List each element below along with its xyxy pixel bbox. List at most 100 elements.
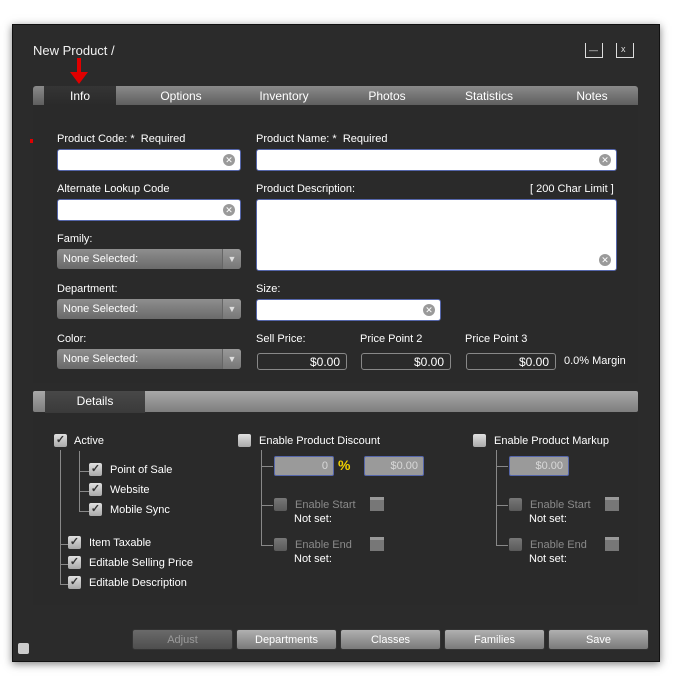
mobile-sync-label: Mobile Sync: [110, 504, 170, 516]
discount-end-value: Not set:: [294, 553, 332, 565]
family-select[interactable]: None Selected: ▼: [57, 249, 241, 269]
markup-start-value: Not set:: [529, 513, 567, 525]
chevron-down-icon: ▼: [222, 249, 241, 269]
tree-line: [261, 450, 262, 545]
adjust-button[interactable]: Adjust: [132, 629, 233, 650]
markup-checkbox[interactable]: [473, 434, 486, 447]
product-name-label: Product Name: * Required: [256, 133, 388, 145]
calendar-icon[interactable]: [370, 497, 384, 511]
active-checkbox[interactable]: ✓: [54, 434, 67, 447]
color-select[interactable]: None Selected: ▼: [57, 349, 241, 369]
down-arrow-icon: [70, 58, 88, 84]
tree-line: [60, 584, 68, 585]
margin-text: 0.0% Margin: [564, 355, 626, 367]
markup-start-checkbox[interactable]: [509, 498, 522, 511]
mobile-sync-checkbox[interactable]: ✓: [89, 503, 102, 516]
save-button[interactable]: Save: [548, 629, 649, 650]
clear-icon[interactable]: ✕: [423, 304, 435, 316]
tree-line: [261, 466, 273, 467]
markup-end-value: Not set:: [529, 553, 567, 565]
alt-lookup-label: Alternate Lookup Code: [57, 183, 170, 195]
price-point2-input[interactable]: $0.00: [361, 353, 451, 370]
tree-line: [261, 545, 273, 546]
description-textarea[interactable]: ✕: [256, 199, 617, 271]
tree-line: [261, 505, 273, 506]
close-icon[interactable]: x: [616, 43, 634, 58]
size-label: Size:: [256, 283, 281, 295]
percent-sign: %: [338, 457, 351, 473]
classes-button[interactable]: Classes: [340, 629, 441, 650]
chevron-down-icon: ▼: [222, 349, 241, 369]
website-checkbox[interactable]: ✓: [89, 483, 102, 496]
active-label: Active: [74, 435, 104, 447]
product-name-input[interactable]: ✕: [256, 149, 617, 171]
discount-end-label: Enable End: [295, 539, 352, 551]
editable-price-checkbox[interactable]: ✓: [68, 556, 81, 569]
sell-price-input[interactable]: $0.00: [257, 353, 347, 370]
size-input[interactable]: ✕: [256, 299, 441, 321]
tab-bar: [33, 86, 638, 105]
tab-statistics[interactable]: Statistics: [453, 86, 525, 105]
calendar-icon[interactable]: [605, 497, 619, 511]
tab-notes[interactable]: Notes: [556, 86, 628, 105]
tree-line: [496, 545, 508, 546]
product-code-label: Product Code: * Required: [57, 133, 186, 145]
product-code-input[interactable]: ✕: [57, 149, 241, 171]
tree-line: [496, 450, 497, 545]
department-select[interactable]: None Selected: ▼: [57, 299, 241, 319]
clear-icon[interactable]: ✕: [599, 254, 611, 266]
markup-end-checkbox[interactable]: [509, 538, 522, 551]
tab-inventory[interactable]: Inventory: [248, 86, 320, 105]
discount-start-checkbox[interactable]: [274, 498, 287, 511]
tree-line: [79, 491, 89, 492]
sell-price-label: Sell Price:: [256, 333, 306, 345]
discount-start-value: Not set:: [294, 513, 332, 525]
markup-end-label: Enable End: [530, 539, 587, 551]
markup-label: Enable Product Markup: [494, 435, 609, 447]
item-taxable-checkbox[interactable]: ✓: [68, 536, 81, 549]
tab-info[interactable]: Info: [44, 86, 116, 105]
price-point3-label: Price Point 3: [465, 333, 528, 345]
tree-line: [79, 511, 89, 512]
discount-start-label: Enable Start: [295, 499, 356, 511]
editable-desc-label: Editable Description: [89, 577, 187, 589]
families-button[interactable]: Families: [444, 629, 545, 650]
tree-line: [79, 471, 89, 472]
point-of-sale-checkbox[interactable]: ✓: [89, 463, 102, 476]
price-point2-label: Price Point 2: [360, 333, 423, 345]
corner-checkbox[interactable]: [18, 643, 29, 654]
markup-start-label: Enable Start: [530, 499, 591, 511]
family-label: Family:: [57, 233, 93, 245]
website-label: Website: [110, 484, 150, 496]
description-label: Product Description:: [256, 183, 356, 195]
description-limit: [ 200 Char Limit ]: [530, 183, 614, 195]
price-point3-input[interactable]: $0.00: [466, 353, 556, 370]
tree-line: [60, 564, 68, 565]
tab-photos[interactable]: Photos: [351, 86, 423, 105]
tab-details[interactable]: Details: [45, 391, 145, 413]
discount-end-checkbox[interactable]: [274, 538, 287, 551]
window-title: New Product /: [33, 43, 115, 58]
calendar-icon[interactable]: [370, 537, 384, 551]
discount-amount-input[interactable]: $0.00: [364, 456, 424, 476]
tree-line: [79, 451, 80, 511]
department-label: Department:: [57, 283, 118, 295]
tab-options[interactable]: Options: [145, 86, 217, 105]
discount-percent-input[interactable]: 0: [274, 456, 334, 476]
editable-desc-checkbox[interactable]: ✓: [68, 576, 81, 589]
minimize-icon[interactable]: —: [585, 43, 603, 58]
departments-button[interactable]: Departments: [236, 629, 337, 650]
clear-icon[interactable]: ✕: [599, 154, 611, 166]
clear-icon[interactable]: ✕: [223, 154, 235, 166]
clear-icon[interactable]: ✕: [223, 204, 235, 216]
discount-checkbox[interactable]: [238, 434, 251, 447]
markup-amount-input[interactable]: $0.00: [509, 456, 569, 476]
tree-line: [60, 450, 61, 544]
tree-line: [60, 544, 68, 545]
color-label: Color:: [57, 333, 87, 345]
editable-price-label: Editable Selling Price: [89, 557, 193, 569]
alt-lookup-input[interactable]: ✕: [57, 199, 241, 221]
tree-line: [496, 505, 508, 506]
calendar-icon[interactable]: [605, 537, 619, 551]
item-taxable-label: Item Taxable: [89, 537, 152, 549]
